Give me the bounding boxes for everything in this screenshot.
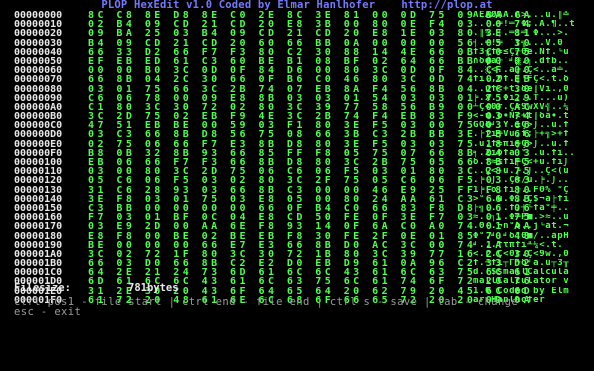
filesize-label: Filesize: [14,282,71,294]
help-line-shortcuts: ctrl pos1 - file start | ctrl end - file… [14,296,519,308]
help-line-exit: esc - exit [14,306,82,318]
hex-dump[interactable]: 00000000 8C C8 8E D8 8E C0 2E 8C 3E 81 00… [0,10,594,305]
filesize-value: 781bytes [128,282,179,294]
